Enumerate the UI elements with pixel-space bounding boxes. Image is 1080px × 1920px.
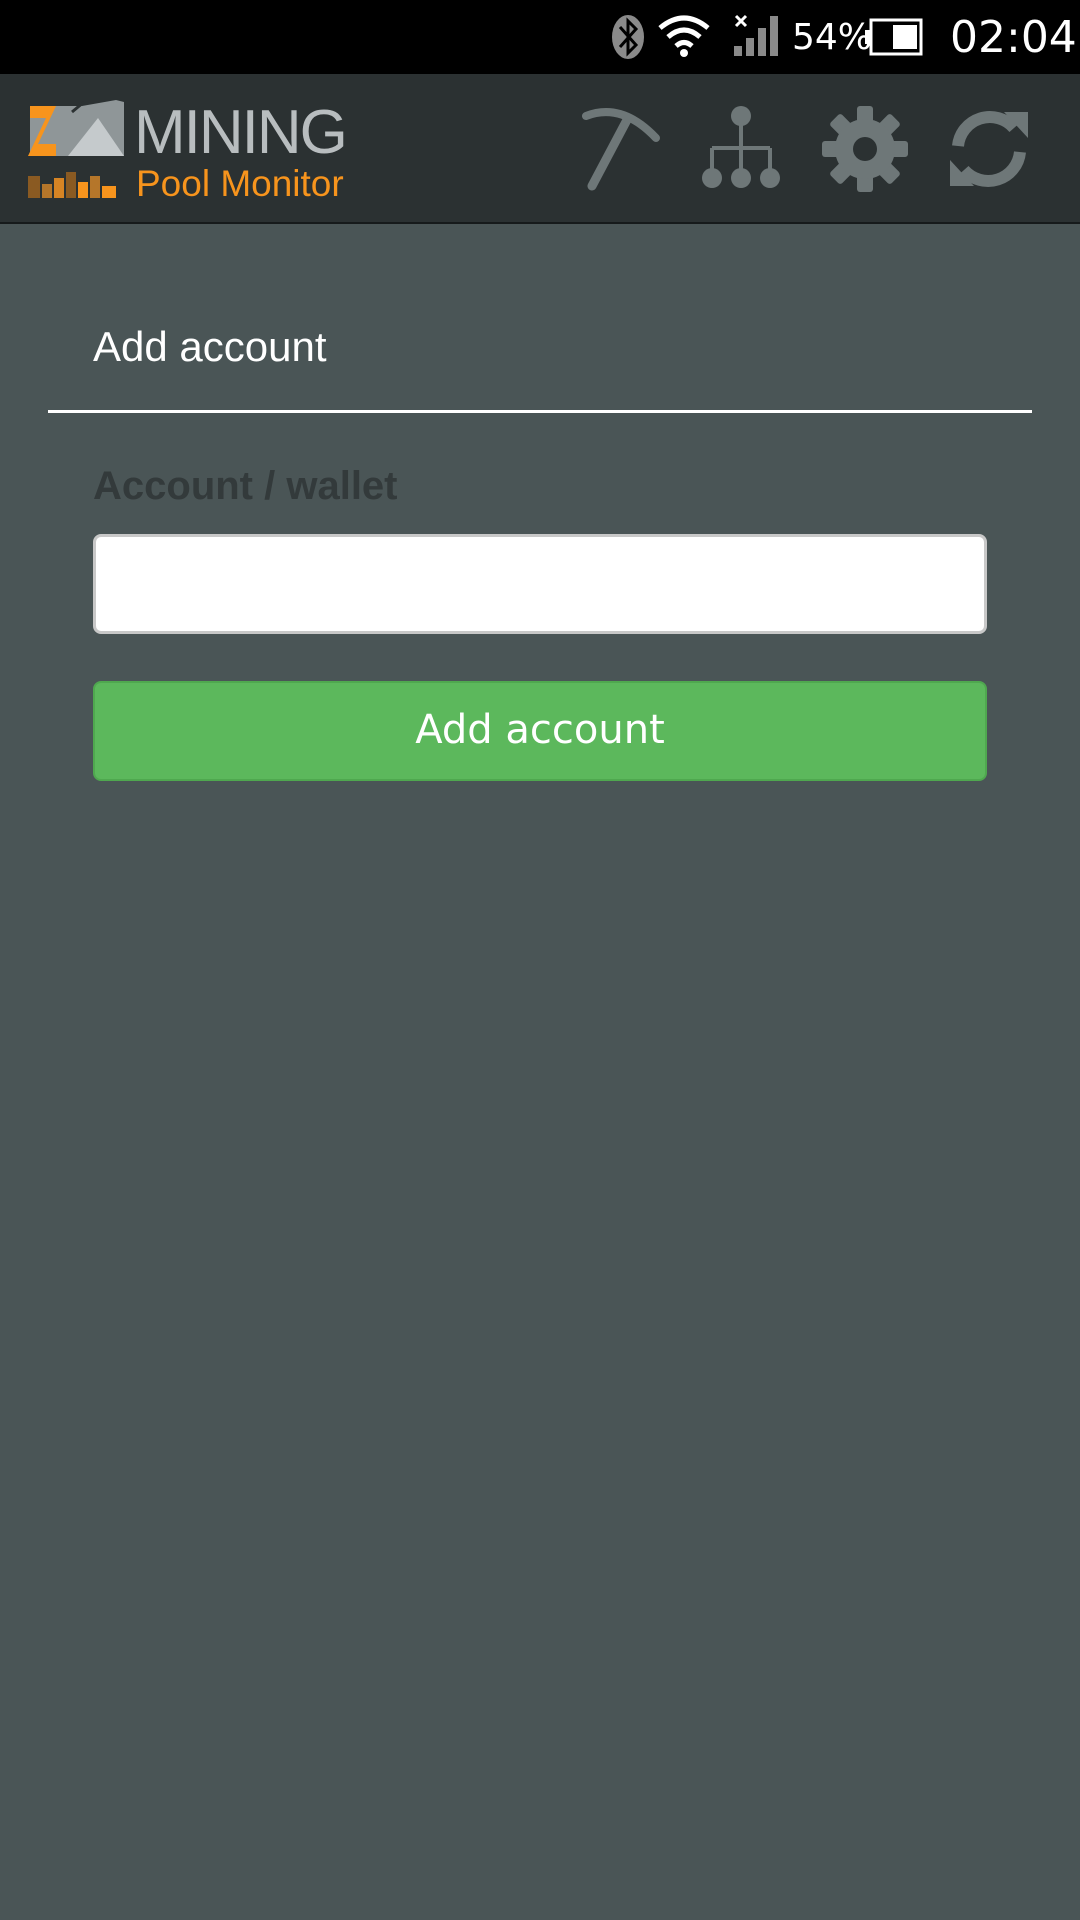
clock: 02:04 — [950, 12, 1077, 63]
page-title: Add account — [93, 323, 327, 370]
title-divider — [48, 410, 1032, 413]
refresh-icon[interactable] — [944, 104, 1034, 194]
logo-subtitle: Pool Monitor — [136, 163, 344, 204]
account-wallet-label: Account / wallet — [93, 464, 398, 508]
gear-icon[interactable] — [820, 104, 910, 194]
status-bar: 54% 02:04 — [0, 0, 1080, 74]
add-account-button[interactable]: Add account — [93, 681, 987, 781]
logo-title: MINING — [134, 98, 348, 167]
signal-icon — [732, 14, 780, 62]
bluetooth-icon — [610, 13, 646, 65]
app-bar: MINING Pool Monitor — [0, 74, 1080, 224]
logo-mark-icon — [28, 100, 124, 198]
app-logo: MINING Pool Monitor — [24, 98, 364, 204]
account-wallet-input[interactable] — [93, 534, 987, 634]
pickaxe-icon[interactable] — [576, 104, 666, 194]
battery-icon — [865, 18, 923, 60]
battery-percent: 54% — [792, 17, 873, 58]
wifi-icon — [658, 14, 710, 62]
network-icon[interactable] — [696, 104, 786, 194]
